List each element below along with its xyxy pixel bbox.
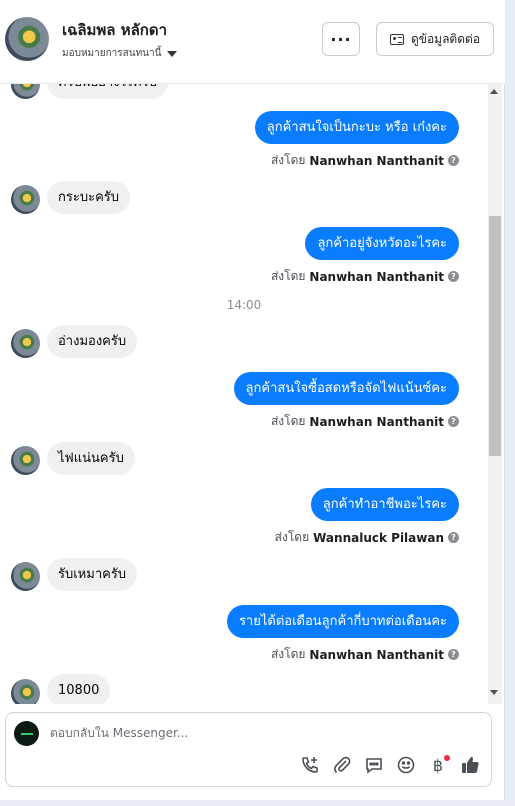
- assign-label: มอบหมายการสนทนานี้: [62, 48, 162, 59]
- baht-symbol: ฿: [432, 755, 444, 775]
- caret-down-icon: [167, 50, 178, 57]
- sent-by-line: ส่งโดย Wannaluck Pilawan ?: [275, 528, 459, 547]
- contact-avatar-small: [11, 329, 40, 358]
- incoming-message: ไฟแน่นครับ: [47, 442, 135, 475]
- assign-conversation-dropdown[interactable]: มอบหมายการสนทนานี้: [62, 46, 178, 61]
- scrollbar-thumb[interactable]: [489, 216, 501, 456]
- contact-avatar-small: [11, 679, 40, 704]
- help-icon[interactable]: ?: [448, 416, 459, 427]
- timestamp: 14:00: [226, 298, 262, 312]
- incoming-message: 10800: [47, 674, 111, 704]
- page-avatar: [14, 721, 39, 746]
- notification-dot: [444, 755, 450, 761]
- help-icon[interactable]: ?: [448, 649, 459, 660]
- sent-by-prefix: ส่งโดย: [270, 269, 306, 283]
- sent-by-line: ส่งโดย Nanwhan Nanthanit ?: [271, 645, 459, 664]
- sent-by-prefix: ส่งโดย: [274, 530, 310, 544]
- sender-name: Nanwhan Nanthanit: [309, 269, 444, 284]
- like-icon[interactable]: [459, 754, 481, 776]
- incoming-message: กระบะครับ: [47, 181, 131, 214]
- sent-by-line: ส่งโดย Nanwhan Nanthanit ?: [271, 151, 459, 170]
- help-icon[interactable]: ?: [448, 155, 459, 166]
- message-list[interactable]: ครับพี่อย่างไรครับ ลูกค้าสนใจเป็นกะบะ หร…: [0, 84, 488, 704]
- more-options-button[interactable]: ···: [322, 22, 360, 56]
- sent-by-prefix: ส่งโดย: [270, 414, 306, 428]
- outgoing-message: รายได้ต่อเดือนลูกค้ากี่บาทต่อเดือนคะ: [226, 605, 459, 638]
- conversation-panel: เฉลิมพล หลักดา มอบหมายการสนทนานี้ ··· ดู…: [0, 0, 505, 800]
- outgoing-message: ลูกค้าสนใจเป็นกะบะ หรือ เก๋งคะ: [254, 111, 459, 144]
- incoming-message: รับเหมาครับ: [47, 558, 138, 591]
- contact-avatar[interactable]: [5, 17, 49, 61]
- sender-name: Wannaluck Pilawan: [313, 530, 444, 545]
- sender-name: Nanwhan Nanthanit: [309, 647, 444, 662]
- incoming-message: ครับพี่อย่างไรครับ: [47, 84, 169, 99]
- sent-by-prefix: ส่งโดย: [270, 647, 306, 661]
- help-icon[interactable]: ?: [448, 271, 459, 282]
- contact-avatar-small: [11, 562, 40, 591]
- composer-toolbar: ฿: [299, 754, 481, 776]
- scroll-down-arrow-icon[interactable]: [490, 690, 498, 695]
- view-contact-button[interactable]: ดูข้อมูลติดต่อ: [376, 22, 494, 56]
- baht-icon[interactable]: ฿: [427, 754, 450, 776]
- outgoing-message: ลูกค้าอยู่จังหวัดอะไรคะ: [305, 227, 459, 260]
- sender-name: Nanwhan Nanthanit: [309, 153, 444, 168]
- sent-by-prefix: ส่งโดย: [270, 153, 306, 167]
- contact-name[interactable]: เฉลิมพล หลักดา: [62, 18, 167, 42]
- reply-input[interactable]: [50, 726, 470, 740]
- contact-avatar-small: [11, 446, 40, 475]
- contact-avatar-small: [11, 84, 40, 99]
- contact-avatar-small: [11, 185, 40, 214]
- attachment-icon[interactable]: [331, 754, 353, 776]
- emoji-icon[interactable]: [395, 754, 417, 776]
- saved-reply-icon[interactable]: [363, 754, 385, 776]
- outgoing-message: ลูกค้าทำอาชีพอะไรคะ: [310, 488, 459, 521]
- reply-composer: ฿: [5, 712, 492, 787]
- sender-name: Nanwhan Nanthanit: [309, 414, 444, 429]
- incoming-message: อ่างมองครับ: [47, 325, 138, 358]
- outgoing-message: ลูกค้าสนใจซื้อสดหรือจัดไฟแน้นซ์คะ: [233, 372, 459, 405]
- contact-card-icon: [389, 33, 404, 45]
- call-add-icon[interactable]: [299, 754, 321, 776]
- sent-by-line: ส่งโดย Nanwhan Nanthanit ?: [271, 267, 459, 286]
- scroll-up-arrow-icon[interactable]: [490, 89, 498, 94]
- conversation-header: เฉลิมพล หลักดา มอบหมายการสนทนานี้ ··· ดู…: [0, 0, 505, 84]
- view-contact-label: ดูข้อมูลติดต่อ: [410, 31, 481, 46]
- sent-by-line: ส่งโดย Nanwhan Nanthanit ?: [271, 412, 459, 431]
- help-icon[interactable]: ?: [448, 532, 459, 543]
